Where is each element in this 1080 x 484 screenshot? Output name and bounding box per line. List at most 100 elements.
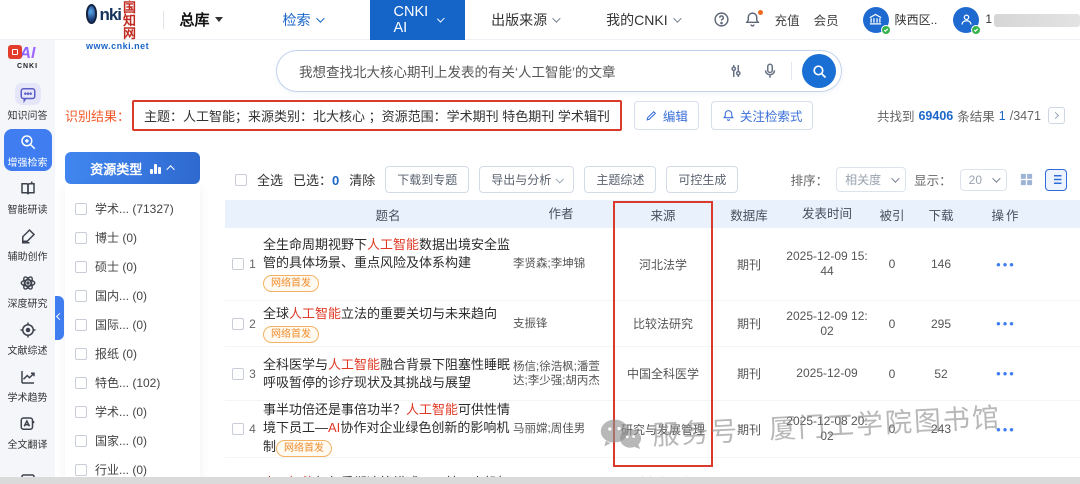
filter-list: 学术... (71327) 博士 (0) 硕士 (0)国内... (0)国际... … [65, 184, 200, 484]
page-size-select[interactable]: 20 [960, 169, 1007, 191]
sidebar-item-smart-reading[interactable]: 智能研读 [4, 176, 52, 218]
filter-item[interactable]: 国家... (0) [75, 426, 200, 455]
nav-cnki-ai[interactable]: CNKI AI [370, 0, 466, 40]
institution-avatar[interactable] [863, 7, 889, 33]
atom-icon [18, 273, 38, 293]
filter-item-label: 博士 (0) [95, 229, 137, 246]
column-header: 题名 [263, 205, 513, 224]
chevron-up-icon [166, 165, 174, 173]
row-actions-button[interactable]: ••• [967, 422, 1045, 437]
filter-item[interactable]: 学术... (71327) [75, 194, 200, 223]
filter-item[interactable]: 国内... (0) [75, 281, 200, 310]
filter-item[interactable]: 硕士 (0) [75, 252, 200, 281]
filter-checkbox[interactable] [75, 319, 87, 331]
bell-icon [722, 109, 735, 122]
bar-chart-icon [150, 163, 161, 174]
filter-item-label: 学术... (0) [95, 403, 147, 420]
result-title-link[interactable]: 全生命周期视野下人工智能数据出境安全监管的具体场景、重点风险及体系构建 [263, 237, 510, 270]
row-actions-button[interactable]: ••• [967, 366, 1045, 381]
notification-bell-icon[interactable] [744, 11, 761, 28]
advanced-filter-icon[interactable] [727, 62, 745, 80]
edit-query-button[interactable]: 编辑 [634, 101, 699, 130]
filter-checkbox[interactable] [75, 406, 87, 418]
row-actions-button[interactable]: ••• [967, 316, 1045, 331]
chevron-down-icon [316, 14, 324, 22]
row-checkbox[interactable] [232, 368, 244, 380]
highlighted-keyword: 人工智能 [406, 402, 458, 417]
filter-checkbox[interactable] [75, 290, 87, 302]
filter-item-label: 学术... (71327) [95, 200, 174, 217]
sidebar-item-academic-trends[interactable]: 学术趋势 [4, 364, 52, 406]
cnki-logo[interactable]: nki 中国知网 www.cnki.net [86, 0, 149, 51]
source-cell[interactable]: 研究与发展管理 [613, 421, 713, 438]
search-input[interactable] [299, 64, 719, 79]
grid-view-icon[interactable] [1015, 169, 1037, 191]
sidebar-item-fulltext-translate[interactable]: 全文翻译 [4, 411, 52, 453]
search-button[interactable] [802, 54, 836, 88]
filter-checkbox[interactable] [75, 348, 87, 360]
filter-item[interactable]: 博士 (0) [75, 223, 200, 252]
row-checkbox[interactable] [232, 258, 244, 270]
sort-select[interactable]: 相关度 [836, 167, 906, 192]
export-analyze-button[interactable]: 导出与分析 [479, 166, 574, 193]
row-checkbox[interactable] [232, 423, 244, 435]
select-all-checkbox[interactable] [235, 174, 247, 186]
show-label: 显示： [914, 170, 952, 189]
filter-header[interactable]: 资源类型 [65, 152, 200, 184]
nav-my-cnki[interactable]: 我的CNKI [606, 10, 678, 30]
filter-checkbox[interactable] [75, 435, 87, 447]
source-cell[interactable]: 比较法研究 [613, 315, 713, 332]
sidebar-collapse-handle[interactable] [55, 296, 64, 340]
current-page: 1 [999, 109, 1006, 123]
filter-checkbox[interactable] [75, 203, 87, 215]
filter-item[interactable]: 国际... (0) [75, 310, 200, 339]
row-actions-button[interactable]: ••• [967, 257, 1045, 272]
source-cell[interactable]: 中国全科医学 [613, 365, 713, 382]
list-view-icon[interactable] [1045, 169, 1067, 191]
recharge-link[interactable]: 充值 [775, 10, 800, 29]
filter-checkbox[interactable] [75, 464, 87, 476]
table-row: 4事半功倍还是事倍功半？人工智能可供性情境下员工—AI协作对企业绿色创新的影响机… [225, 400, 1080, 457]
filter-checkbox[interactable] [75, 261, 87, 273]
filter-checkbox[interactable] [75, 232, 87, 244]
sidebar-item-knowledge-qa[interactable]: 知识问答 [4, 80, 52, 124]
highlighted-keyword: 人工智能 [328, 357, 380, 372]
sidebar-item-literature-review[interactable]: 文献综述 [4, 317, 52, 359]
download-cell: 295 [915, 317, 967, 331]
follow-query-button[interactable]: 关注检索式 [711, 101, 814, 130]
search-plus-icon [18, 132, 38, 152]
sidebar-item-writing-assist[interactable]: 辅助创作 [4, 223, 52, 265]
download-to-topic-button[interactable]: 下载到专题 [385, 166, 469, 193]
nav-search[interactable]: 检索 [283, 10, 322, 30]
result-count: 69406 [918, 109, 953, 123]
filter-item[interactable]: 报纸 (0) [75, 339, 200, 368]
result-title-link[interactable]: 全球人工智能立法的重要关切与未来趋向 [263, 306, 497, 321]
controlled-generation-button[interactable]: 可控生成 [666, 166, 738, 193]
cnki-logo-cn: 中国知网 [123, 0, 149, 40]
search-bar [276, 50, 842, 92]
user-avatar[interactable] [953, 7, 979, 33]
source-cell[interactable]: 河北法学 [613, 256, 713, 273]
filter-item[interactable]: 学术... (0) [75, 397, 200, 426]
next-page-button[interactable] [1048, 107, 1065, 124]
recognition-result-row: 识别结果： 主题：人工智能；来源类别：北大核心 ；资源范围：学术期刊 特色期刊 … [65, 100, 1065, 131]
nav-zongku[interactable]: 总库 [179, 9, 222, 30]
sidebar-item-enhanced-search[interactable]: 增强检索 [4, 129, 52, 171]
target-icon [18, 320, 38, 340]
member-link[interactable]: 会员 [814, 10, 839, 29]
row-checkbox[interactable] [232, 318, 244, 330]
sidebar-item-deep-research[interactable]: 深度研究 [4, 270, 52, 312]
date-cell: 2025-12-09 [785, 366, 869, 381]
filter-item[interactable]: 特色... (102) [75, 368, 200, 397]
row-number: 3 [249, 367, 256, 381]
nav-publication-source[interactable]: 出版来源 [491, 10, 558, 30]
highlighted-keyword: 人工智能 [289, 306, 341, 321]
red-extension-icon[interactable] [8, 45, 22, 59]
chevron-down-icon [437, 14, 444, 21]
microphone-icon[interactable] [761, 62, 779, 80]
result-title-link[interactable]: 全科医学与人工智能融合背景下阻塞性睡眠呼吸暂停的诊疗现状及其挑战与展望 [263, 357, 510, 390]
help-icon[interactable] [713, 11, 730, 28]
topic-summary-button[interactable]: 主题综述 [584, 166, 656, 193]
clear-selection-button[interactable]: 清除 [349, 170, 375, 189]
filter-checkbox[interactable] [75, 377, 87, 389]
